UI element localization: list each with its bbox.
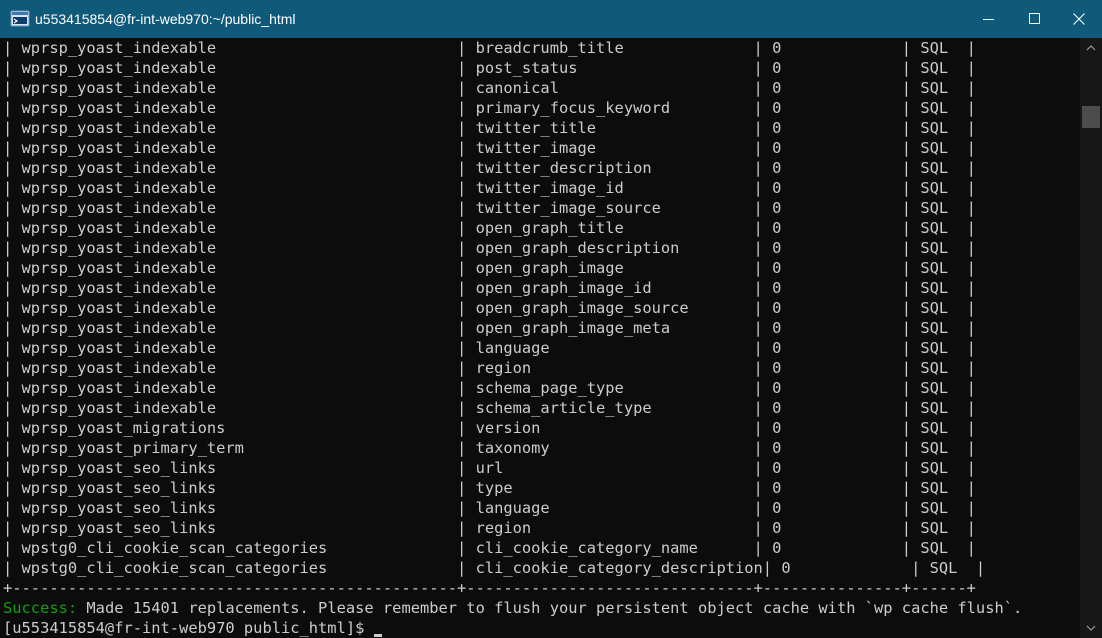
minimize-icon — [983, 19, 994, 20]
close-button[interactable] — [1056, 0, 1102, 38]
table-row: | wpstg0_cli_cookie_scan_categories | cl… — [3, 559, 986, 577]
table-separator: +---------------------------------------… — [3, 579, 976, 597]
table-row: | wprsp_yoast_indexable | open_graph_des… — [3, 239, 976, 257]
text-cursor — [373, 634, 382, 637]
success-label: Success: — [3, 599, 78, 617]
table-row: | wprsp_yoast_indexable | open_graph_ima… — [3, 279, 976, 297]
maximize-icon — [1029, 13, 1040, 24]
scrollbar-thumb[interactable] — [1082, 106, 1100, 128]
table-row: | wprsp_yoast_migrations | version | 0 |… — [3, 419, 976, 437]
table-row: | wprsp_yoast_indexable | language | 0 |… — [3, 339, 976, 357]
table-row: | wprsp_yoast_indexable | twitter_image_… — [3, 179, 976, 197]
table-row: | wprsp_yoast_seo_links | url | 0 | SQL … — [3, 459, 976, 477]
table-row: | wprsp_yoast_seo_links | language | 0 |… — [3, 499, 976, 517]
table-row: | wprsp_yoast_indexable | canonical | 0 … — [3, 79, 976, 97]
scroll-down-button[interactable] — [1080, 618, 1102, 638]
table-row: | wprsp_yoast_indexable | twitter_title … — [3, 119, 976, 137]
table-row: | wprsp_yoast_indexable | region | 0 | S… — [3, 359, 976, 377]
table-row: | wprsp_yoast_indexable | schema_article… — [3, 399, 976, 417]
title-bar: u553415854@fr-int-web970:~/public_html — [0, 0, 1102, 38]
chevron-up-icon — [1086, 45, 1096, 51]
table-row: | wprsp_yoast_seo_links | region | 0 | S… — [3, 519, 976, 537]
minimize-button[interactable] — [966, 0, 1012, 38]
terminal-icon — [10, 9, 30, 29]
table-row: | wprsp_yoast_indexable | open_graph_ima… — [3, 299, 976, 317]
window-title: u553415854@fr-int-web970:~/public_html — [35, 11, 296, 27]
table-row: | wprsp_yoast_indexable | twitter_descri… — [3, 159, 976, 177]
table-row: | wprsp_yoast_indexable | open_graph_tit… — [3, 219, 976, 237]
table-row: | wprsp_yoast_indexable | open_graph_ima… — [3, 319, 976, 337]
table-row: | wprsp_yoast_indexable | primary_focus_… — [3, 99, 976, 117]
status-message: Made 15401 replacements. Please remember… — [77, 599, 1023, 617]
table-row: | wprsp_yoast_indexable | twitter_image … — [3, 139, 976, 157]
table-row: | wprsp_yoast_indexable | post_status | … — [3, 59, 976, 77]
vertical-scrollbar[interactable] — [1080, 38, 1102, 638]
prompt-line[interactable]: [u553415854@fr-int-web970 public_html]$ — [3, 618, 382, 638]
table-row: | wprsp_yoast_indexable | twitter_image_… — [3, 199, 976, 217]
table-row: | wprsp_yoast_primary_term | taxonomy | … — [3, 439, 976, 457]
table-row: | wprsp_yoast_indexable | breadcrumb_tit… — [3, 39, 976, 57]
maximize-button[interactable] — [1012, 0, 1058, 38]
terminal-output[interactable]: | wprsp_yoast_indexable | breadcrumb_tit… — [0, 38, 1080, 638]
table-row: | wprsp_yoast_indexable | open_graph_ima… — [3, 259, 976, 277]
table-row: | wprsp_yoast_seo_links | type | 0 | SQL… — [3, 479, 976, 497]
table-row: | wpstg0_cli_cookie_scan_categories | cl… — [3, 539, 976, 557]
status-line: Success: Made 15401 replacements. Please… — [3, 598, 1022, 618]
close-icon — [1073, 13, 1085, 25]
scroll-up-button[interactable] — [1080, 38, 1102, 58]
table-row: | wprsp_yoast_indexable | schema_page_ty… — [3, 379, 976, 397]
chevron-down-icon — [1086, 625, 1096, 631]
shell-prompt: [u553415854@fr-int-web970 public_html]$ — [3, 619, 374, 637]
